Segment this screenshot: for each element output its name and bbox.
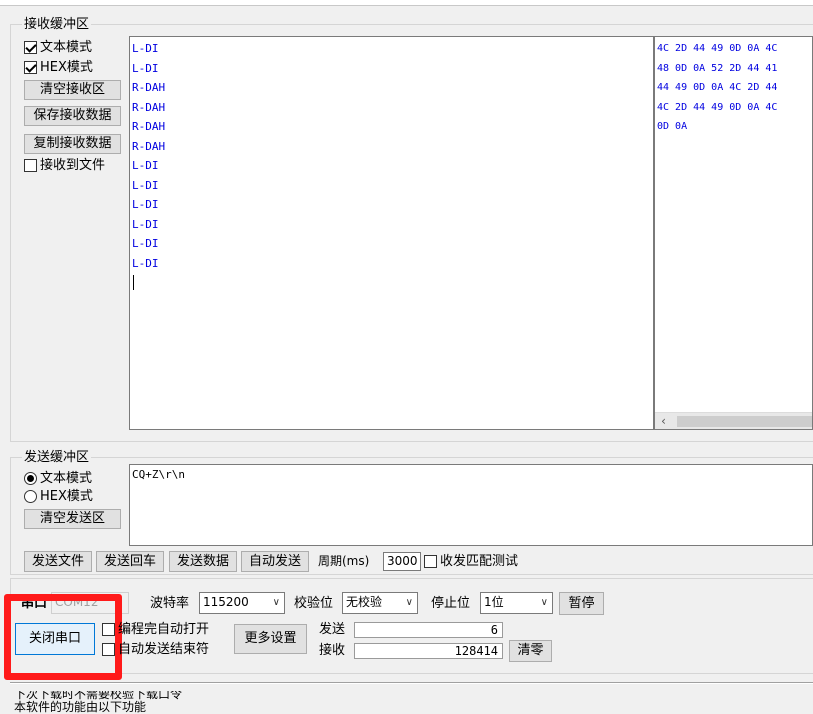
bottom-hint-line-1: 下次下载时不需要校验下载口令 xyxy=(14,687,183,701)
hex-line: 48 0D 0A 52 2D 44 41 xyxy=(657,62,778,74)
receive-line: L-DI xyxy=(132,42,159,55)
stop-bits-select[interactable]: 1位 ∨ xyxy=(480,592,553,614)
pause-button[interactable]: 暂停 xyxy=(559,592,604,615)
period-label: 周期(ms) xyxy=(318,554,370,568)
period-input[interactable]: 3000 xyxy=(383,552,421,571)
chevron-down-icon: ∨ xyxy=(405,597,413,608)
radio-checked-icon xyxy=(24,472,37,485)
recv-count-label: 接收 xyxy=(319,643,346,658)
send-text-area[interactable]: CQ+Z\r\n xyxy=(129,464,813,546)
receive-line: L-DI xyxy=(132,256,159,270)
receive-line: L-DI xyxy=(132,217,159,231)
receive-line: R-DAH xyxy=(132,139,166,153)
baud-rate-select[interactable]: 115200 ∨ xyxy=(199,592,285,614)
hex-line: 44 49 0D 0A 4C 2D 44 xyxy=(657,82,778,93)
receive-line: R-DAH xyxy=(132,100,166,114)
auto-send-button[interactable]: 自动发送 xyxy=(241,551,309,572)
auto-open-checkbox[interactable]: 编程完自动打开 xyxy=(102,622,209,637)
receive-hex-mode-checkbox[interactable]: HEX模式 xyxy=(24,60,93,75)
radio-unchecked-icon xyxy=(24,490,37,503)
sent-count-label: 发送 xyxy=(319,622,346,637)
chevron-down-icon: ∨ xyxy=(272,597,280,608)
receive-hex-area[interactable]: 4C 2D 44 49 0D 0A 4C 48 0D 0A 52 2D 44 4… xyxy=(654,36,813,430)
stop-bits-label: 停止位 xyxy=(431,596,471,611)
send-buffer-title: 发送缓冲区 xyxy=(22,450,92,465)
copy-receive-button[interactable]: 复制接收数据 xyxy=(24,134,121,154)
auto-send-end-checkbox[interactable]: 自动发送结束符 xyxy=(102,642,209,657)
checkbox-checked-icon xyxy=(24,61,37,74)
checkbox-checked-icon xyxy=(24,41,37,54)
hex-line: 4C 2D 44 49 0D 0A 4C xyxy=(657,101,778,113)
checkbox-unchecked-icon xyxy=(102,623,115,636)
send-data-button[interactable]: 发送数据 xyxy=(169,551,237,572)
checkbox-unchecked-icon xyxy=(424,555,437,568)
checkbox-unchecked-icon xyxy=(102,643,115,656)
receive-text-mode-checkbox[interactable]: 文本模式 xyxy=(24,40,92,55)
receive-line: L-DI xyxy=(132,198,159,211)
chevron-down-icon: ∨ xyxy=(540,597,548,608)
send-file-button[interactable]: 发送文件 xyxy=(24,551,92,572)
scroll-left-icon[interactable]: ‹ xyxy=(660,413,667,429)
clear-count-button[interactable]: 清零 xyxy=(509,640,552,662)
receive-line: L-DI xyxy=(132,61,159,75)
clear-receive-button[interactable]: 清空接收区 xyxy=(24,80,121,100)
receive-line: L-DI xyxy=(132,237,159,250)
text-cursor xyxy=(133,275,134,290)
baud-rate-label: 波特率 xyxy=(150,596,190,611)
send-text-mode-radio[interactable]: 文本模式 xyxy=(24,471,92,486)
hex-line: 0D 0A xyxy=(657,121,688,132)
recv-count-value: 128414 xyxy=(354,643,503,659)
receive-buffer-title: 接收缓冲区 xyxy=(22,17,92,32)
receive-line: L-DI xyxy=(132,178,159,192)
send-hex-mode-radio[interactable]: HEX模式 xyxy=(24,489,93,504)
clear-send-button[interactable]: 清空发送区 xyxy=(24,509,121,529)
horizontal-scrollbar[interactable]: ‹ xyxy=(655,412,812,429)
bottom-hint-line-2: 本软件的功能由以下功能 xyxy=(14,700,147,714)
receive-line: L-DI xyxy=(132,159,159,172)
sent-count-value: 6 xyxy=(354,622,503,638)
parity-label: 校验位 xyxy=(294,596,334,611)
hex-line: 4C 2D 44 49 0D 0A 4C xyxy=(657,43,778,54)
receive-line: R-DAH xyxy=(132,120,166,133)
save-receive-button[interactable]: 保存接收数据 xyxy=(24,106,121,126)
receive-text-area[interactable]: L-DI L-DI R-DAH R-DAH R-DAH R-DAH L-DI L… xyxy=(129,36,654,430)
more-settings-button[interactable]: 更多设置 xyxy=(234,624,307,654)
scrollbar-thumb[interactable] xyxy=(677,416,812,427)
bottom-divider xyxy=(10,682,813,684)
match-test-checkbox[interactable]: 收发匹配测试 xyxy=(424,554,518,569)
checkbox-unchecked-icon xyxy=(24,159,37,172)
highlight-box xyxy=(4,594,122,680)
send-enter-button[interactable]: 发送回车 xyxy=(96,551,164,572)
parity-select[interactable]: 无校验 ∨ xyxy=(342,592,418,614)
send-content: CQ+Z\r\n xyxy=(132,468,185,481)
top-tab-strip xyxy=(0,0,813,6)
receive-to-file-checkbox[interactable]: 接收到文件 xyxy=(24,158,105,173)
receive-line: R-DAH xyxy=(132,81,166,94)
